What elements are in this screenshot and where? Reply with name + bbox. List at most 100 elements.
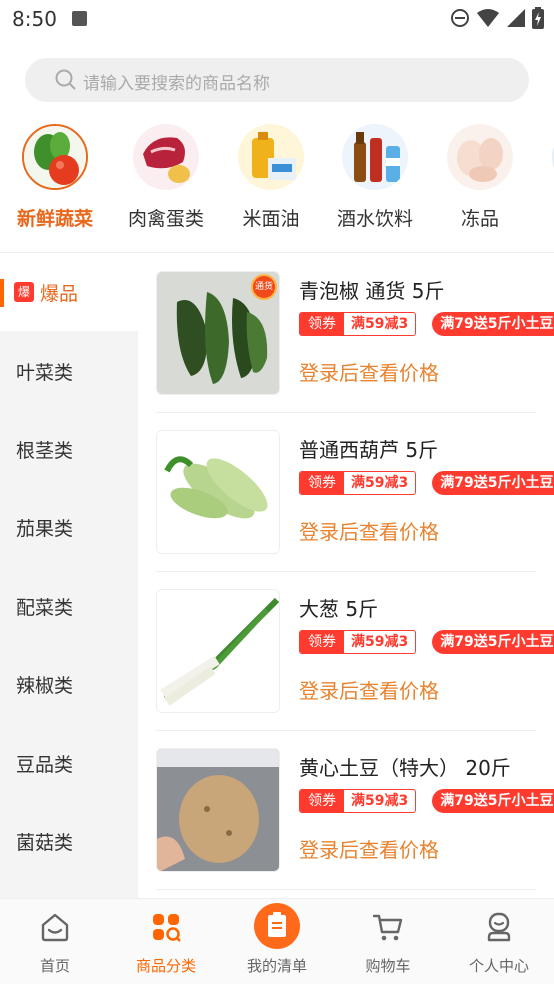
sidebar-item-root[interactable]: 根茎类 xyxy=(0,410,138,488)
notification-a-icon xyxy=(72,11,87,26)
coupon-value: 满59减3 xyxy=(351,316,409,332)
coupon-tag[interactable]: 领券 满59减3 xyxy=(299,630,417,654)
login-price-link[interactable]: 登录后查看价格 xyxy=(299,675,439,704)
sidebar-item-label: 菌菇类 xyxy=(16,832,74,854)
promo-tags: 领券 满59减3 满79送5斤小土豆 xyxy=(299,630,554,654)
promo-tags: 领券 满59减3 满79送5斤小土豆 xyxy=(299,312,554,336)
tab-cart[interactable]: 购物车 xyxy=(333,899,443,985)
sidebar-item-label: 茄果类 xyxy=(16,518,74,540)
status-time: 8:50 xyxy=(12,7,57,31)
category-label: 肉禽蛋类 xyxy=(127,208,204,230)
category-label: 冻品 xyxy=(460,208,499,230)
potato-image xyxy=(156,748,280,872)
category-label: 调 xyxy=(530,204,554,231)
category-icon xyxy=(153,914,181,942)
coupon-label: 领券 xyxy=(300,472,344,494)
category-seasoning[interactable]: 调 xyxy=(530,118,554,231)
frozen-chicken-image xyxy=(447,124,513,190)
category-row: 新鲜蔬菜 肉禽蛋类 米面油 酒水饮料 冻品 调 xyxy=(0,118,554,252)
coupon-tag[interactable]: 领券 满59减3 xyxy=(299,789,417,813)
product-card[interactable]: 通货 青泡椒 通货 5斤 领券 满59减3 满79送5斤小土豆 登录后查看价格 xyxy=(156,253,554,413)
coupon-value: 满59减3 xyxy=(351,793,409,809)
sidebar-item-side-dish[interactable]: 配菜类 xyxy=(0,567,138,645)
search-icon xyxy=(55,69,76,90)
coupon-label: 领券 xyxy=(300,631,344,653)
category-frozen[interactable]: 冻品 xyxy=(425,118,535,231)
sidebar-item-label: 根茎类 xyxy=(16,440,74,462)
status-bar: 8:50 xyxy=(0,0,554,38)
tab-label: 首页 xyxy=(39,957,70,975)
hot-badge-icon: 爆 xyxy=(14,282,34,302)
promo-tags: 领券 满59减3 满79送5斤小土豆 xyxy=(299,789,554,813)
category-vegetables[interactable]: 新鲜蔬菜 xyxy=(0,118,110,231)
sidebar-item-label: 叶菜类 xyxy=(16,362,74,384)
category-meat[interactable]: 肉禽蛋类 xyxy=(111,118,221,231)
coupon-label: 领券 xyxy=(300,790,344,812)
promo-tags: 领券 满59减3 满79送5斤小土豆 xyxy=(299,471,554,495)
sidebar-item-label: 爆品 xyxy=(40,283,79,305)
wifi-icon xyxy=(477,9,499,27)
scallion-image xyxy=(156,589,280,713)
product-badge: 通货 xyxy=(251,274,277,300)
promo-tag: 满79送5斤小土豆 xyxy=(432,789,554,813)
rice-oil-image xyxy=(238,124,304,190)
sidebar-item-label: 豆品类 xyxy=(16,754,74,776)
tab-category[interactable]: 商品分类 xyxy=(111,899,221,985)
active-indicator xyxy=(0,279,4,307)
coupon-tag[interactable]: 领券 满59减3 xyxy=(299,312,417,336)
coupon-label: 领券 xyxy=(300,313,344,335)
tab-home[interactable]: 首页 xyxy=(0,899,110,985)
list-icon xyxy=(254,903,300,949)
tab-label: 商品分类 xyxy=(135,957,196,975)
cart-icon xyxy=(372,914,403,941)
drinks-image xyxy=(342,124,408,190)
search-bar[interactable]: 请输入要搜索的商品名称 xyxy=(25,58,529,102)
sidebar-item-hot[interactable]: 爆 爆品 xyxy=(0,253,138,331)
sidebar: 爆 爆品 叶菜类 根茎类 茄果类 配菜类 辣椒类 豆品类 菌菇类 xyxy=(0,253,138,898)
product-name: 青泡椒 通货 5斤 xyxy=(299,279,445,303)
profile-icon xyxy=(487,912,511,942)
tab-my-list[interactable]: 我的清单 xyxy=(222,899,332,985)
home-icon xyxy=(41,913,69,942)
sidebar-item-pepper[interactable]: 辣椒类 xyxy=(0,645,138,723)
zucchini-image xyxy=(156,430,280,554)
vegetables-image xyxy=(22,124,88,190)
product-card[interactable]: 大葱 5斤 领券 满59减3 满79送5斤小土豆 登录后查看价格 xyxy=(156,571,554,731)
sidebar-item-label: 配菜类 xyxy=(16,597,74,619)
coupon-value: 满59减3 xyxy=(351,475,409,491)
product-name: 黄心土豆（特大） 20斤 xyxy=(299,756,511,780)
status-icons xyxy=(450,7,544,29)
sidebar-item-mushroom[interactable]: 菌菇类 xyxy=(0,802,138,880)
login-price-link[interactable]: 登录后查看价格 xyxy=(299,834,439,863)
search-placeholder: 请输入要搜索的商品名称 xyxy=(83,74,270,94)
green-pepper-image: 通货 xyxy=(156,271,280,395)
tab-label: 个人中心 xyxy=(468,957,529,975)
sidebar-item-bean[interactable]: 豆品类 xyxy=(0,724,138,802)
sidebar-item-label: 辣椒类 xyxy=(16,675,74,697)
product-card[interactable]: 普通西葫芦 5斤 领券 满59减3 满79送5斤小土豆 登录后查看价格 xyxy=(156,412,554,572)
battery-icon xyxy=(532,7,544,29)
tab-label: 我的清单 xyxy=(246,957,307,975)
promo-tag: 满79送5斤小土豆 xyxy=(432,312,554,336)
tab-profile[interactable]: 个人中心 xyxy=(444,899,554,985)
signal-icon xyxy=(507,9,525,27)
sidebar-item-solanaceous[interactable]: 茄果类 xyxy=(0,488,138,566)
bottom-tab-bar: 首页 商品分类 我的清单 购物车 个人中心 xyxy=(0,898,554,984)
promo-tag: 满79送5斤小土豆 xyxy=(432,630,554,654)
category-label: 酒水饮料 xyxy=(336,208,413,230)
coupon-value: 满59减3 xyxy=(351,634,409,650)
category-rice-oil[interactable]: 米面油 xyxy=(216,118,326,231)
promo-tag: 满79送5斤小土豆 xyxy=(432,471,554,495)
login-price-link[interactable]: 登录后查看价格 xyxy=(299,357,439,386)
coupon-tag[interactable]: 领券 满59减3 xyxy=(299,471,417,495)
meat-egg-image xyxy=(133,124,199,190)
category-drinks[interactable]: 酒水饮料 xyxy=(320,118,430,231)
product-card[interactable]: 黄心土豆（特大） 20斤 领券 满59减3 满79送5斤小土豆 登录后查看价格 xyxy=(156,730,554,890)
dnd-icon xyxy=(451,9,469,27)
login-price-link[interactable]: 登录后查看价格 xyxy=(299,516,439,545)
tab-label: 购物车 xyxy=(365,957,411,975)
product-name: 大葱 5斤 xyxy=(299,597,379,621)
product-list: 通货 青泡椒 通货 5斤 领券 满59减3 满79送5斤小土豆 登录后查看价格 … xyxy=(138,253,554,898)
category-label: 新鲜蔬菜 xyxy=(16,208,93,230)
sidebar-item-leafy[interactable]: 叶菜类 xyxy=(0,332,138,410)
